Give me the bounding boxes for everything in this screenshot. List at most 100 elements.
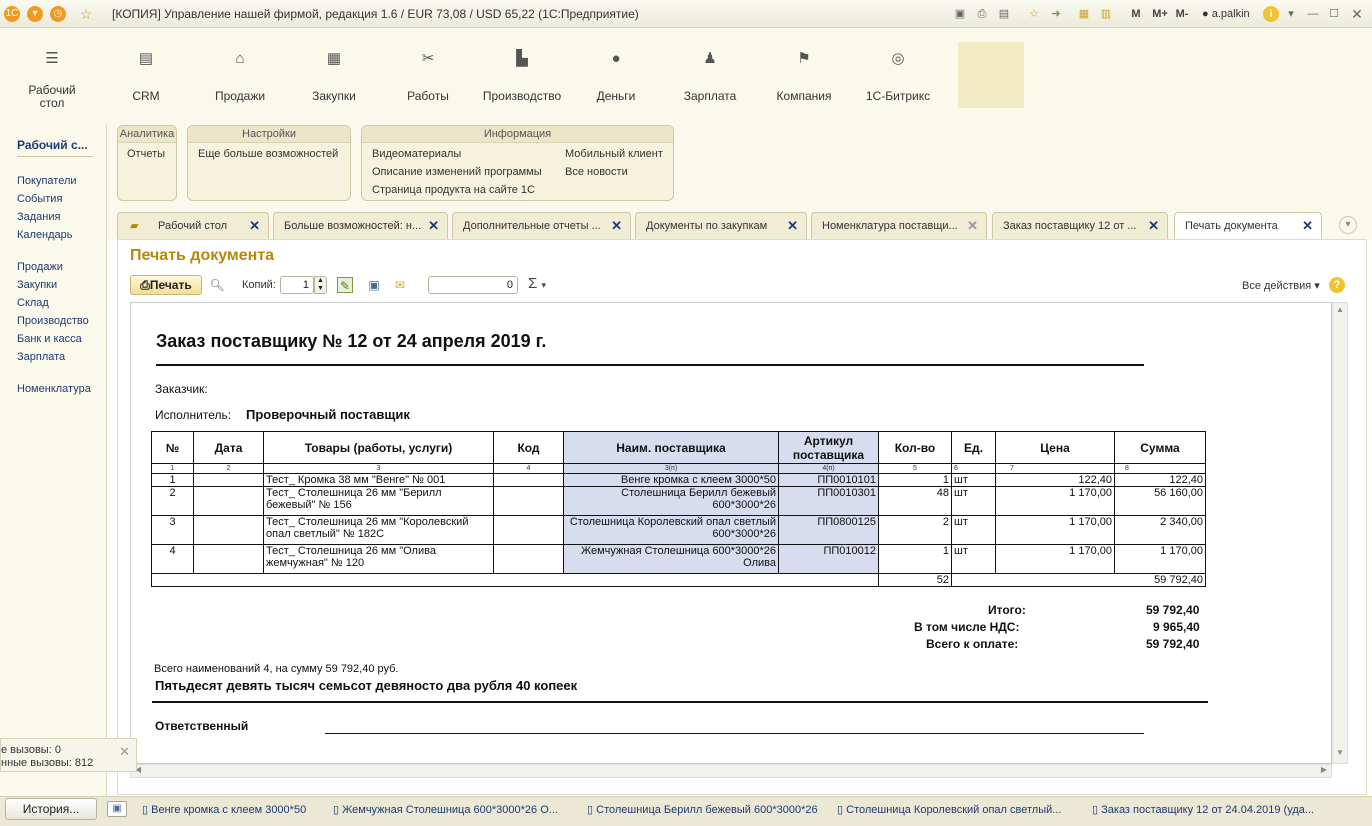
cell-code (493, 544, 564, 574)
windows-icon[interactable]: ▣ (107, 801, 127, 817)
app-logo-icon[interactable]: 1С (4, 6, 20, 22)
link-more-features[interactable]: Еще больше возможностей (198, 148, 338, 160)
close-icon[interactable]: ✕ (1302, 213, 1313, 239)
info-icon[interactable]: i (1263, 6, 1279, 22)
maximize-icon[interactable]: ☐ (1326, 6, 1342, 22)
section-bitrix[interactable]: ◎ 1С-Битрикс (853, 48, 943, 103)
close-icon[interactable]: ✕ (1148, 213, 1159, 239)
tab-supplier-nomenclature[interactable]: Номенклатура поставщи... ✕ (811, 212, 987, 239)
left-item-bank[interactable]: Банк и касса (17, 333, 82, 345)
column-number: 7 (995, 463, 1115, 474)
left-item-sales[interactable]: Продажи (17, 261, 63, 273)
edit-mode-icon[interactable]: ✎ (337, 277, 353, 293)
horizontal-scrollbar[interactable]: ◀ ▶ (130, 764, 1332, 778)
close-icon[interactable]: ✕ (611, 213, 622, 239)
section-money[interactable]: ● Деньги (571, 48, 661, 103)
vertical-scrollbar[interactable]: ▲ ▼ (1332, 302, 1348, 764)
section-crm[interactable]: ▤ CRM (101, 48, 191, 103)
link-videos[interactable]: Видеоматериалы (372, 148, 461, 160)
memory-minus-button[interactable]: M- (1172, 6, 1192, 22)
close-icon[interactable]: ✕ (1349, 6, 1365, 22)
link-reports[interactable]: Отчеты (127, 148, 165, 160)
cell-price: 1 170,00 (995, 515, 1115, 545)
print-icon[interactable]: ⎙ (974, 6, 990, 22)
supplier-value: Проверочный поставщик (246, 407, 410, 422)
flag-icon: ⚑ (797, 50, 811, 67)
save-icon[interactable]: ▣ (366, 277, 382, 293)
left-item-nomenclature[interactable]: Номенклатура (17, 383, 91, 395)
favorites-star-icon[interactable]: ☆ (78, 6, 94, 22)
status-item[interactable]: ▯ Заказ поставщику 12 от 24.04.2019 (уда… (1092, 803, 1314, 816)
section-label: Компания (776, 89, 832, 103)
close-icon[interactable]: ✕ (249, 213, 260, 239)
left-item-customers[interactable]: Покупатели (17, 175, 77, 187)
column-header: Кол-во (878, 431, 952, 464)
memory-plus-button[interactable]: M+ (1150, 6, 1170, 22)
cell-sum: 1 170,00 (1114, 544, 1206, 574)
left-item-warehouse[interactable]: Склад (17, 297, 49, 309)
all-actions-menu[interactable]: Все действия ▾ (1242, 279, 1320, 292)
help-icon[interactable]: ? (1329, 277, 1345, 293)
mail-icon[interactable]: ✉ (392, 277, 408, 293)
close-icon[interactable]: ✕ (967, 213, 978, 239)
divider (156, 364, 1144, 366)
tab-more-features[interactable]: Больше возможностей: н... ✕ (273, 212, 448, 239)
section-purchases[interactable]: ▦ Закупки (289, 48, 379, 103)
left-item-tasks[interactable]: Задания (17, 211, 60, 223)
section-company[interactable]: ⚑ Компания (759, 48, 849, 103)
left-item-purchases[interactable]: Закупки (17, 279, 57, 291)
status-item[interactable]: ▯ Венге кромка с клеем 3000*50 (142, 803, 306, 816)
sum-icon[interactable]: Σ ▾ (528, 275, 546, 292)
memory-m-button[interactable]: M (1128, 6, 1144, 22)
preview-icon[interactable]: ▤ (996, 6, 1012, 22)
status-item[interactable]: ▯ Столешница Королевский опал светлый... (837, 803, 1061, 816)
cell-date (193, 515, 264, 545)
menu-dropdown-icon[interactable]: ▾ (27, 6, 43, 22)
group-title: Аналитика (118, 126, 176, 143)
status-item[interactable]: ▯ Жемчужная Столешница 600*3000*26 О... (333, 803, 558, 816)
star-icon[interactable]: ☆ (1026, 6, 1042, 22)
link-product-page[interactable]: Страница продукта на сайте 1С (372, 184, 535, 196)
calculator-icon[interactable]: ▦ (1076, 6, 1092, 22)
chevron-down-icon[interactable]: ▾ (1283, 6, 1299, 22)
cell-unit: шт (951, 544, 996, 574)
left-item-calendar[interactable]: Календарь (17, 229, 73, 241)
section-desktop[interactable]: ☰ Рабочий стол (7, 48, 97, 110)
link-changes[interactable]: Описание изменений программы (372, 166, 542, 178)
arrow-icon[interactable]: ➜ (1048, 6, 1064, 22)
left-item-salary[interactable]: Зарплата (17, 351, 65, 363)
minimize-icon[interactable]: — (1305, 6, 1321, 22)
user-label[interactable]: ● a.palkin (1202, 6, 1262, 22)
left-panel (0, 124, 107, 796)
cell-code (493, 473, 564, 487)
history-button[interactable]: История... (5, 798, 97, 820)
copies-input[interactable]: 1 (280, 276, 314, 294)
tab-purchase-docs[interactable]: Документы по закупкам ✕ (635, 212, 807, 239)
tab-desktop[interactable]: ▰ Рабочий стол ✕ (117, 212, 269, 239)
column-header: Дата (193, 431, 264, 464)
page-setup-icon[interactable]: 🔍︎ (209, 277, 225, 293)
link-mobile-client[interactable]: Мобильный клиент (565, 148, 663, 160)
status-item[interactable]: ▯ Столешница Берилл бежевый 600*3000*26 (587, 803, 818, 816)
link-all-news[interactable]: Все новости (565, 166, 628, 178)
left-item-production[interactable]: Производство (17, 315, 89, 327)
section-works[interactable]: ✂ Работы (383, 48, 473, 103)
close-icon[interactable]: ✕ (119, 745, 130, 758)
history-icon[interactable]: ◷ (50, 6, 66, 22)
copies-stepper[interactable]: ▲ ▼ (314, 276, 327, 294)
calendar-icon[interactable]: ▥ (1098, 6, 1114, 22)
left-panel-title[interactable]: Рабочий с... (17, 138, 88, 152)
section-sales[interactable]: ⌂ Продажи (195, 48, 285, 103)
tabs-dropdown-icon[interactable]: ▾ (1339, 216, 1357, 234)
section-salary[interactable]: ♟ Зарплата (665, 48, 755, 103)
section-production[interactable]: ▙ Производство (477, 48, 567, 103)
save-icon[interactable]: ▣ (952, 6, 968, 22)
tab-extra-reports[interactable]: Дополнительные отчеты ... ✕ (452, 212, 631, 239)
left-item-events[interactable]: События (17, 193, 62, 205)
sum-field[interactable]: 0 (428, 276, 518, 294)
tab-print-document[interactable]: Печать документа ✕ (1174, 212, 1322, 240)
tab-supplier-order[interactable]: Заказ поставщику 12 от ... ✕ (992, 212, 1168, 239)
close-icon[interactable]: ✕ (787, 213, 798, 239)
close-icon[interactable]: ✕ (428, 213, 439, 239)
print-button[interactable]: ⎙Печать (130, 275, 202, 295)
